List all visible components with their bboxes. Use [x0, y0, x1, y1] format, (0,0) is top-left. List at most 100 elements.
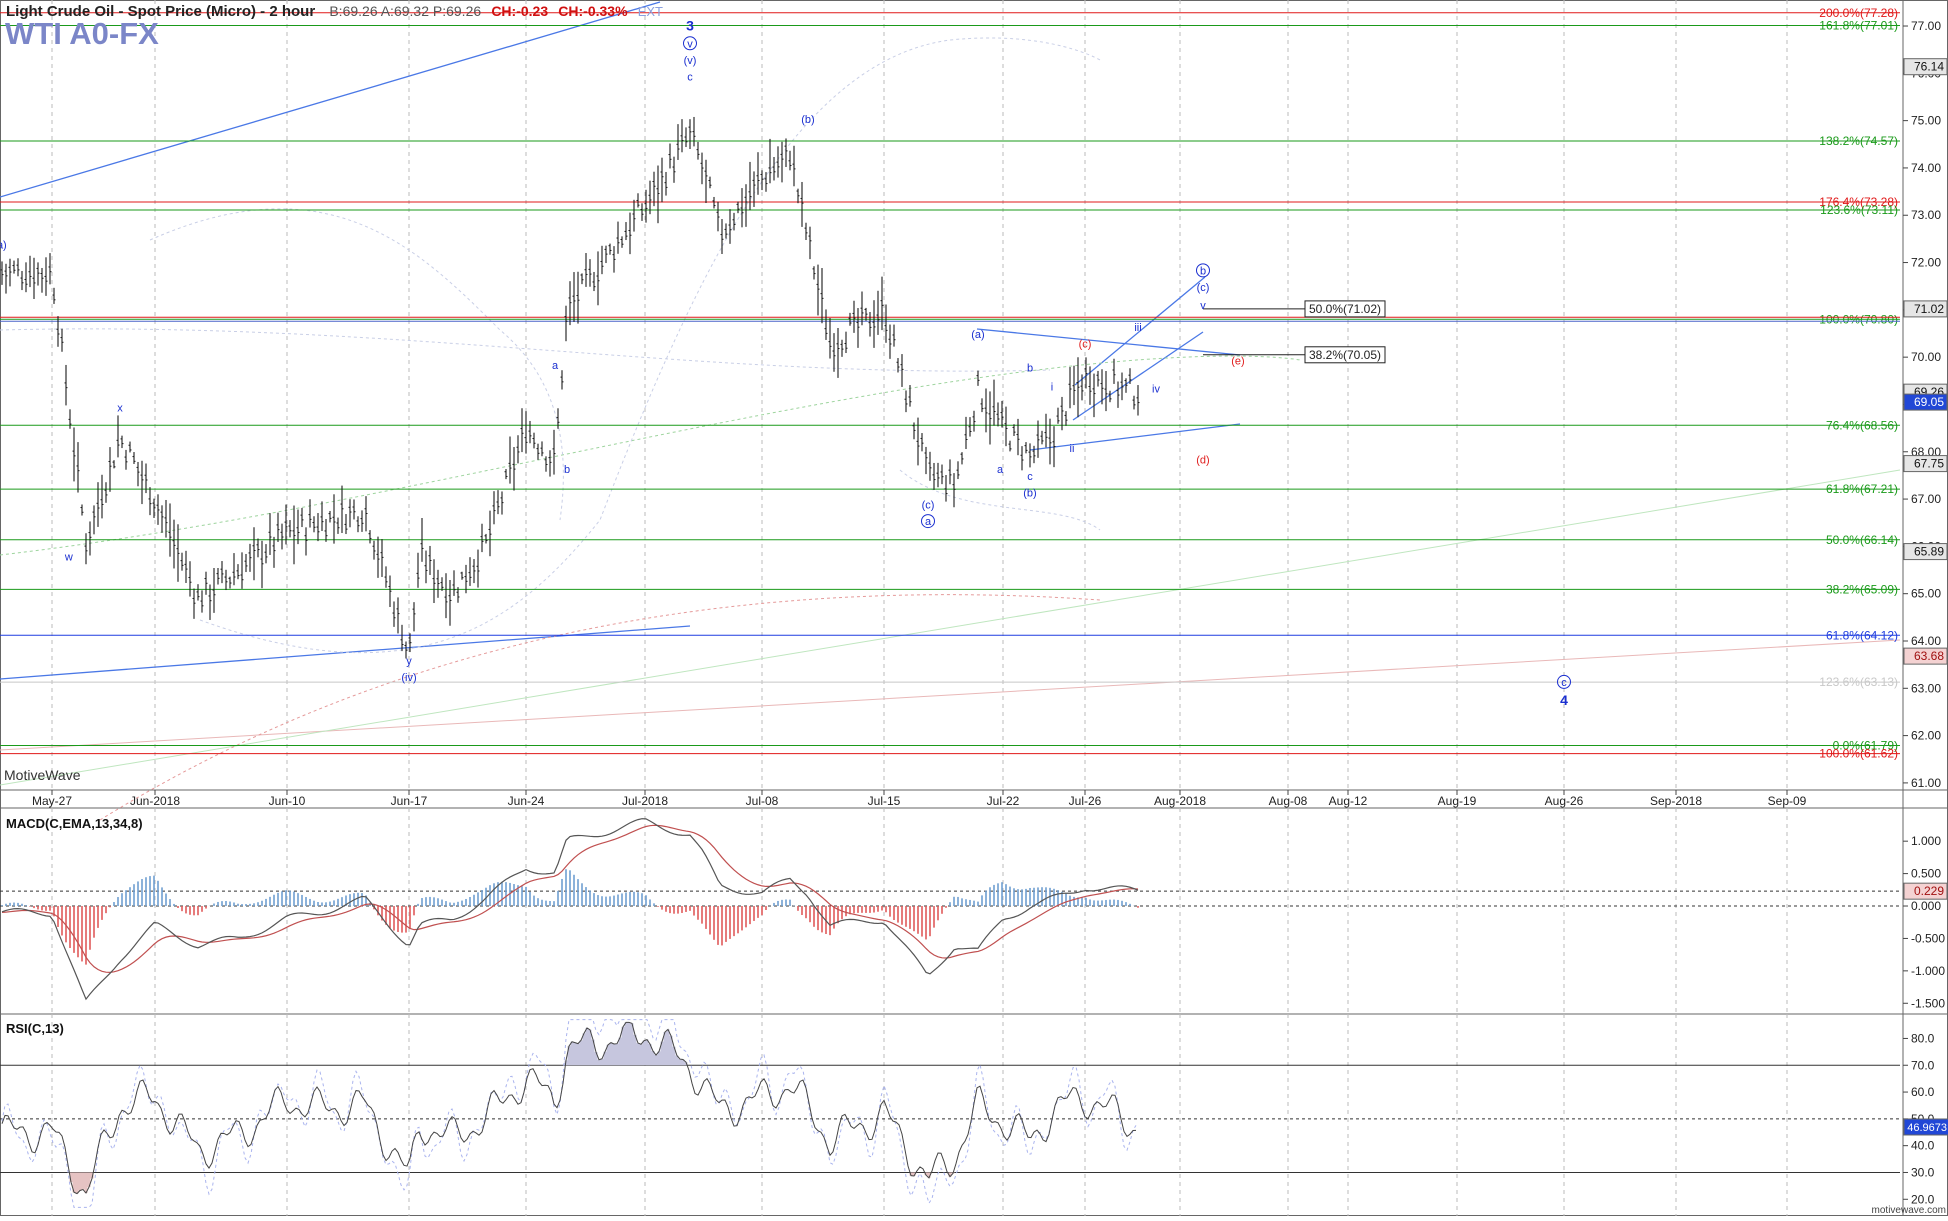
- fib-level-label: 138.2%(74.57): [1819, 134, 1898, 148]
- macd-line: [1, 818, 1139, 1001]
- y-tick-label: 65.00: [1911, 587, 1941, 601]
- fib-level-label: 76.4%(68.56): [1826, 418, 1898, 432]
- y-tick-label: -1.500: [1911, 996, 1945, 1010]
- y-tick-label: 0.500: [1911, 867, 1941, 881]
- fib-level-label: 123.6%(73.11): [1820, 203, 1898, 217]
- x-tick-label: Jul-26: [1069, 794, 1102, 808]
- y-tick-label: 30.0: [1911, 1165, 1935, 1179]
- rsi-value-label: 46.9673: [1907, 1122, 1947, 1134]
- y-tick-label: 0.000: [1911, 899, 1941, 913]
- wave-label: c: [687, 71, 693, 83]
- x-tick-label: Sep-2018: [1650, 794, 1702, 808]
- site-credit: motivewave.com: [1871, 1205, 1946, 1216]
- wave-label: iv: [1152, 384, 1160, 396]
- price-bars: [0, 116, 1140, 659]
- y-tick-label: 61.00: [1911, 776, 1941, 790]
- wave-label: c: [1561, 677, 1567, 689]
- price-tag-label: 69.05: [1914, 395, 1944, 409]
- fib-level-label: 100.0%(61.62): [1819, 747, 1898, 761]
- moving-average-curve: [0, 355, 1301, 556]
- x-tick-label: Jun-10: [269, 794, 306, 808]
- wave-label: (v): [684, 55, 697, 67]
- wave-label: 4: [1560, 692, 1568, 708]
- x-tick-label: Sep-09: [1768, 794, 1807, 808]
- wave-label: w: [64, 552, 73, 564]
- x-tick-label: Jun-2018: [130, 794, 180, 808]
- wave-label: a: [997, 464, 1004, 476]
- x-tick-label: Jul-2018: [622, 794, 668, 808]
- x-tick-label: Jul-22: [987, 794, 1020, 808]
- x-tick-label: Aug-2018: [1154, 794, 1206, 808]
- chart-svg: May-27 Jun-2018 Jun-10 Jun-17 Jun-24 Jul-2018…: [0, 0, 1948, 1216]
- wave-label: (d): [1196, 455, 1209, 467]
- wave-label: b: [1027, 362, 1033, 374]
- wave-label: (c): [1079, 339, 1092, 351]
- wave-label: (c): [1197, 282, 1210, 294]
- y-tick-label: 70.00: [1911, 350, 1941, 364]
- x-tick-label: Jul-08: [746, 794, 779, 808]
- x-tick-label: Jun-24: [508, 794, 545, 808]
- fib-level-label: 50.0%(66.14): [1826, 533, 1898, 547]
- rsi-panel: 80.070.060.050.040.030.020.046.9673: [0, 1019, 1948, 1208]
- y-tick-label: 60.0: [1911, 1085, 1935, 1099]
- y-tick-label: 74.00: [1911, 161, 1941, 175]
- rsi-line: [1, 1021, 1137, 1195]
- y-tick-label: 40.0: [1911, 1139, 1935, 1153]
- wave-label: a: [925, 516, 932, 528]
- x-tick-label: Aug-12: [1329, 794, 1368, 808]
- wave-label: (c): [922, 500, 935, 512]
- price-axis: 77.0076.0075.0074.0073.0072.0071.0070.00…: [1903, 19, 1948, 790]
- y-tick-label: 1.000: [1911, 834, 1941, 848]
- y-tick-label: -1.000: [1911, 964, 1945, 978]
- moving-average-curve: [99, 594, 1101, 821]
- wave-label: (a): [971, 329, 984, 341]
- quote-readout: B:69.26 A:69.32 P:69.26: [329, 3, 482, 19]
- x-tick-label: May-27: [32, 794, 72, 808]
- x-tick-label: Aug-19: [1438, 794, 1477, 808]
- price-tag-label: 63.68: [1914, 649, 1944, 663]
- macd-panel: 1.000 0.500 0.000 -0.500 -1.000 -1.500 0.229: [0, 818, 1948, 1010]
- target-label: 50.0%(71.02): [1309, 302, 1381, 316]
- wave-label: (b): [801, 114, 814, 126]
- wave-label: i: [1051, 381, 1053, 393]
- wave-label: c: [1027, 471, 1033, 483]
- x-tick-label: Jun-17: [391, 794, 428, 808]
- y-tick-label: 67.00: [1911, 492, 1941, 506]
- wave-label: (b): [1023, 488, 1036, 500]
- wave-label: v: [687, 38, 693, 50]
- y-tick-label: 73.00: [1911, 208, 1941, 222]
- date-gridlines: May-27 Jun-2018 Jun-10 Jun-17 Jun-24 Jul-2018…: [32, 0, 1807, 1216]
- brand-watermark: MotiveWave: [4, 767, 81, 783]
- bollinger-curve: [199, 37, 1101, 654]
- y-tick-label: 62.00: [1911, 729, 1941, 743]
- wave-label: (iv): [401, 672, 416, 684]
- y-tick-label: 72.00: [1911, 256, 1941, 270]
- target-label: 38.2%(70.05): [1309, 348, 1381, 362]
- y-tick-label: 63.00: [1911, 681, 1941, 695]
- fib-level-label: 123.6%(63.13): [1819, 675, 1898, 689]
- wave-label: b: [1200, 265, 1206, 277]
- wave-label: (e): [1231, 355, 1244, 367]
- fib-level-label: 100.0%(70.80): [1819, 312, 1898, 326]
- wave-label: 3: [686, 18, 694, 34]
- ext-badge[interactable]: EXT: [638, 4, 663, 19]
- wave-label: iii: [1134, 322, 1141, 334]
- fib-level-label: 61.8%(67.21): [1826, 482, 1898, 496]
- rsi-panel-title: RSI(C,13): [6, 1021, 64, 1036]
- y-tick-label: 70.0: [1911, 1058, 1935, 1072]
- wave-label: a: [552, 360, 559, 372]
- wave-label: x: [117, 403, 123, 415]
- y-tick-label: 75.00: [1911, 114, 1941, 128]
- price-tag-label: 67.75: [1914, 457, 1944, 471]
- fib-level-label: 161.8%(77.01): [1819, 19, 1898, 33]
- price-tag-label: 71.02: [1914, 302, 1944, 316]
- x-tick-label: Aug-26: [1545, 794, 1584, 808]
- macd-panel-title: MACD(C,EMA,13,34,8): [6, 816, 143, 831]
- faint-trend-line: [0, 469, 1901, 786]
- price-tag-label: 76.14: [1914, 60, 1944, 74]
- price-tag-label: 65.89: [1914, 545, 1944, 559]
- trend-line: [0, 625, 691, 680]
- wave-label: v: [1200, 300, 1206, 312]
- y-tick-label: 77.00: [1911, 19, 1941, 33]
- y-tick-label: 64.00: [1911, 634, 1941, 648]
